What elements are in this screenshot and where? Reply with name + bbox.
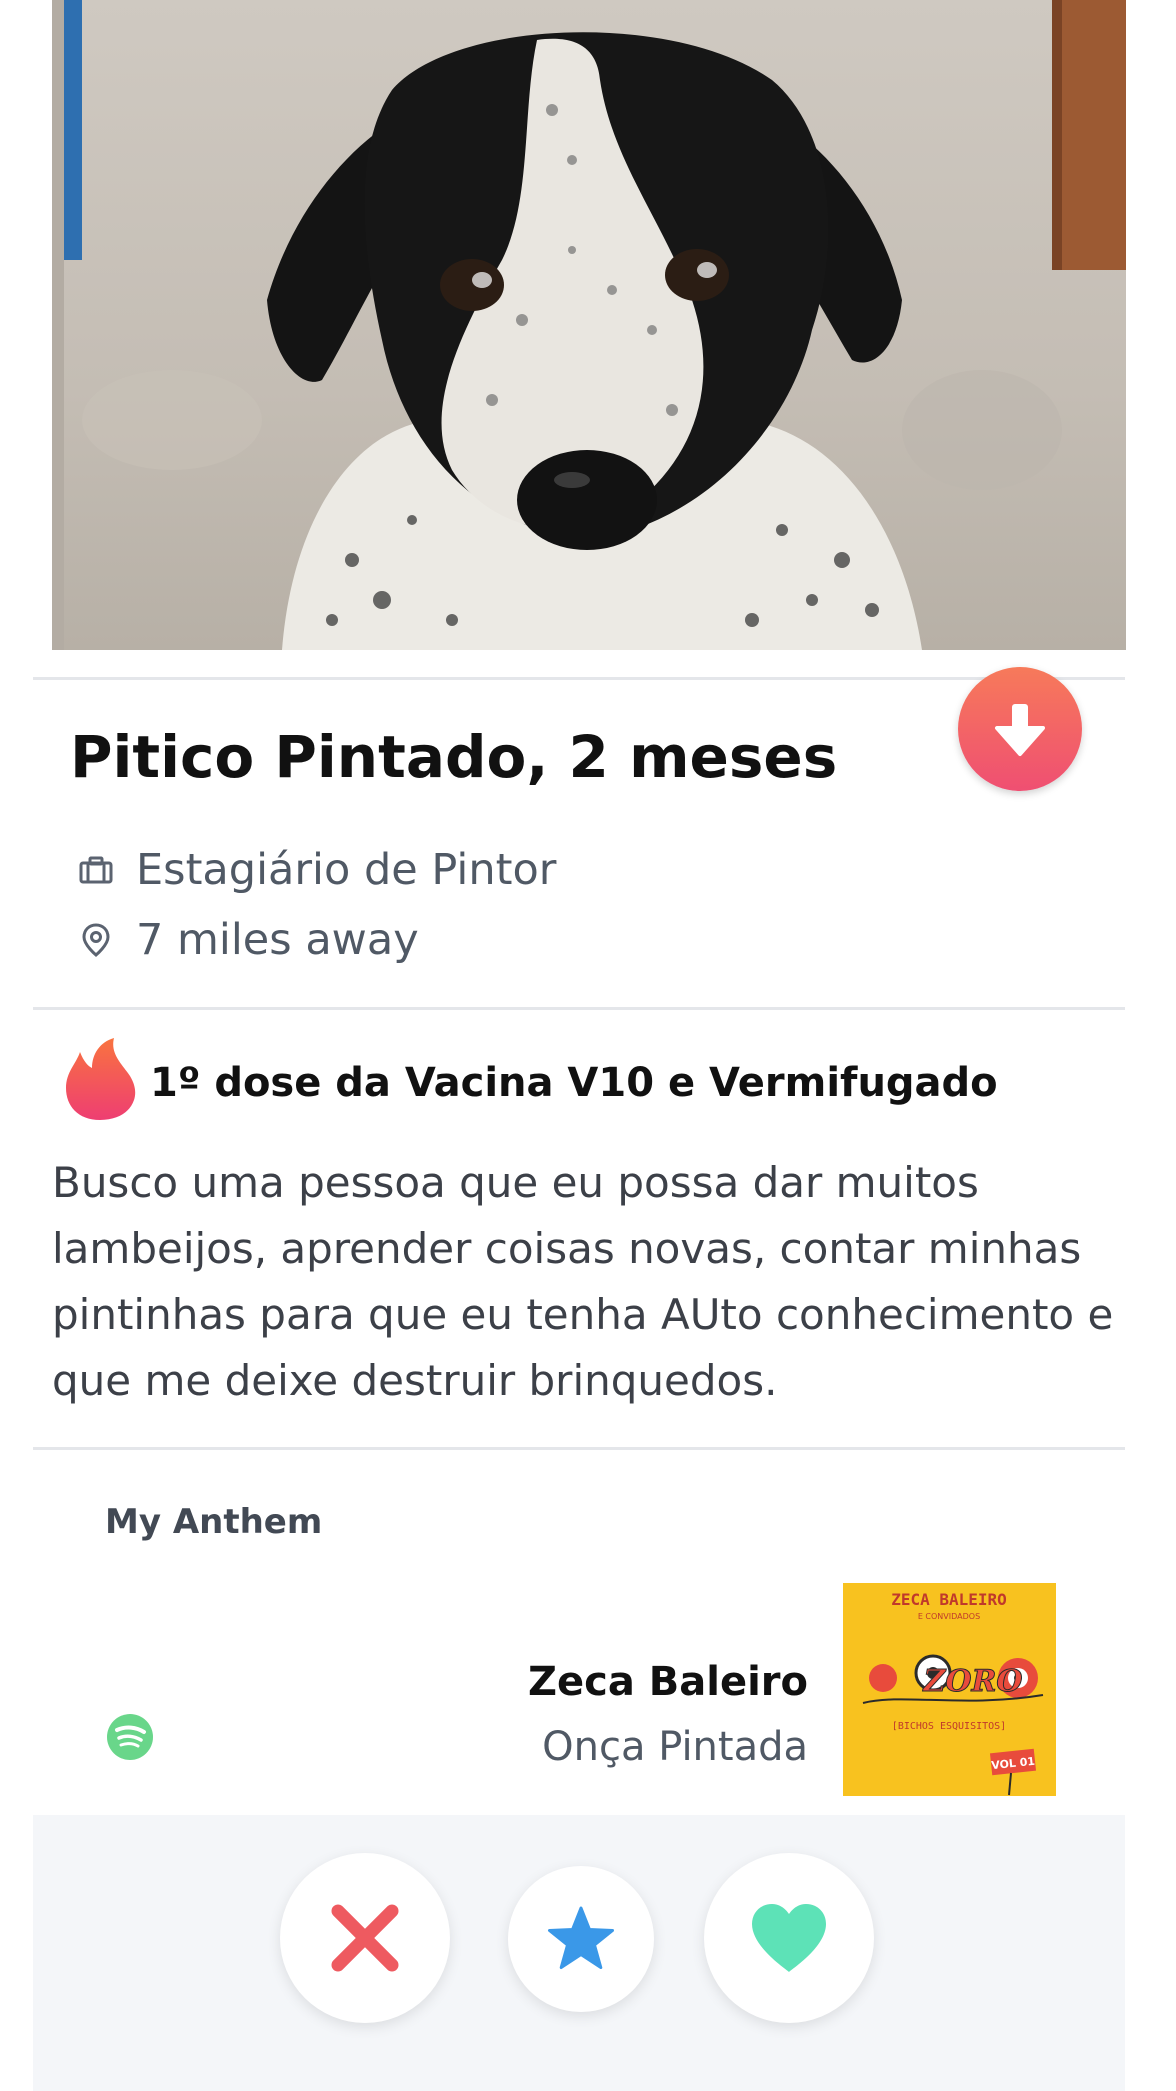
album-cover-art: ZECA BALEIRO E CONVIDADOS ZORO [BICHOS E…	[843, 1583, 1056, 1796]
profile-photo[interactable]	[52, 0, 1126, 650]
album-art-subtitle: E CONVIDADOS	[918, 1612, 980, 1621]
divider	[33, 677, 1125, 680]
album-art-tagline: [BICHOS ESQUISITOS]	[892, 1721, 1006, 1732]
album-art-title: ZECA BALEIRO	[891, 1590, 1007, 1609]
job-title: Estagiário de Pintor	[136, 845, 557, 895]
bio-text: Busco uma pessoa que eu possa dar muitos…	[52, 1158, 1114, 1405]
tinder-flame-icon	[62, 1036, 138, 1122]
anthem-song: Onça Pintada	[542, 1724, 808, 1770]
bio-headline: 1º dose da Vacina V10 e Vermifugado	[150, 1060, 998, 1106]
x-icon	[331, 1904, 399, 1972]
arrow-down-icon	[995, 704, 1045, 756]
heart-icon	[752, 1904, 826, 1972]
distance-row: 7 miles away	[74, 915, 419, 965]
nope-button[interactable]	[280, 1853, 450, 2023]
job-row: Estagiário de Pintor	[74, 845, 556, 895]
distance-text: 7 miles away	[136, 915, 419, 965]
spotify-icon[interactable]	[106, 1713, 154, 1761]
location-pin-icon	[74, 918, 118, 962]
anthem-label: My Anthem	[105, 1502, 323, 1542]
superlike-button[interactable]	[508, 1866, 654, 2012]
album-art-logo: ZORO	[922, 1664, 1022, 1699]
profile-name: Pitico Pintado, 2 meses	[70, 723, 838, 791]
anthem-artist: Zeca Baleiro	[528, 1659, 808, 1705]
divider	[33, 1007, 1125, 1010]
collapse-profile-button[interactable]	[958, 667, 1082, 791]
album-cover[interactable]: ZECA BALEIRO E CONVIDADOS ZORO [BICHOS E…	[843, 1583, 1056, 1796]
like-button[interactable]	[704, 1853, 874, 2023]
divider	[33, 1447, 1125, 1450]
puppy-photo-illustration	[52, 0, 1126, 650]
star-icon	[548, 1906, 614, 1969]
briefcase-icon	[74, 848, 118, 892]
